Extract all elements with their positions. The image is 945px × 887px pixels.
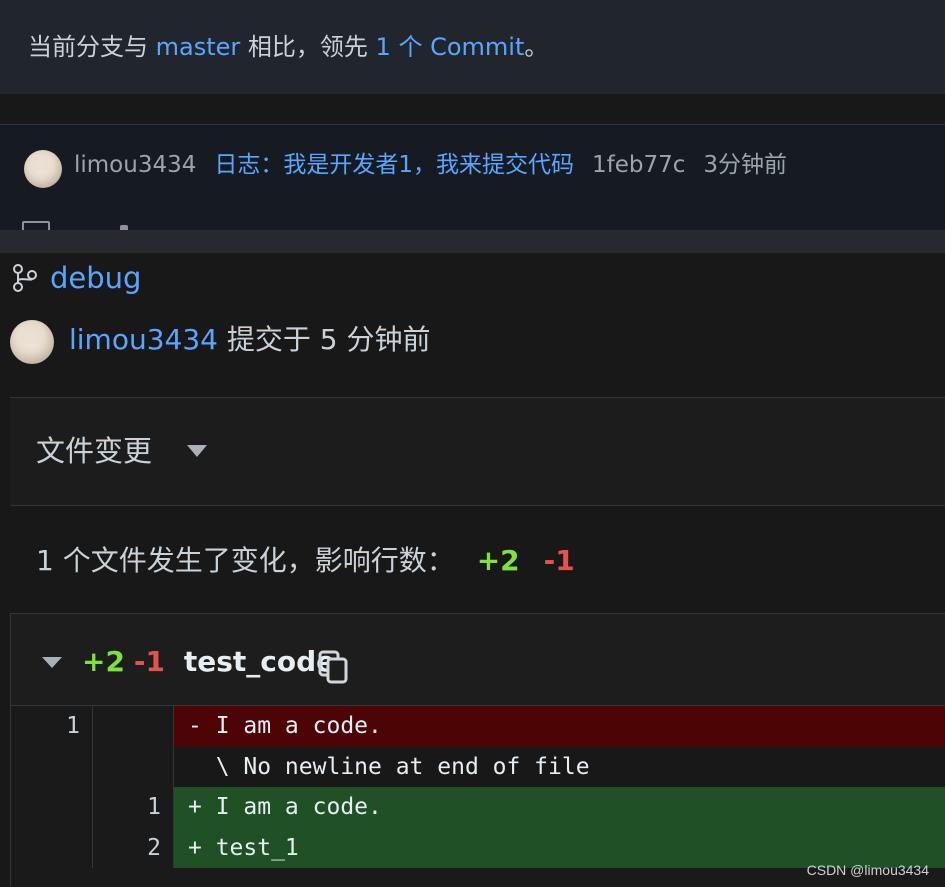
diff-table: 1 - I am a code. \ No newline at end of …	[11, 706, 945, 868]
ahead-middle: 相比，领先	[240, 33, 376, 61]
diff-code: + I am a code.	[174, 787, 945, 828]
ahead-end: 。	[524, 33, 549, 61]
branch-label[interactable]: debug	[12, 258, 141, 298]
diff-line-added: 2 + test_1	[11, 827, 945, 868]
new-line-number	[94, 706, 174, 747]
commit-time-text: 提交于 5 分钟前	[217, 323, 431, 356]
file-name[interactable]: test_code	[184, 645, 335, 678]
diff-line-note: \ No newline at end of file	[11, 746, 945, 787]
file-added-count: +2	[82, 645, 125, 678]
branch-name[interactable]: debug	[50, 261, 141, 295]
folder-row-partial[interactable]	[0, 199, 945, 230]
old-line-number	[11, 787, 93, 828]
caret-down-icon[interactable]	[187, 445, 207, 457]
master-branch-link[interactable]: master	[156, 33, 241, 61]
file-changes-label: 文件变更	[36, 434, 153, 468]
ahead-text: 当前分支与 master 相比，领先 1 个 Commit。	[28, 30, 548, 64]
old-line-number	[11, 746, 93, 787]
commit-row[interactable]: limou3434 日志：我是开发者1，我来提交代码 1feb77c 3分钟前	[0, 124, 945, 200]
diff-code: \ No newline at end of file	[174, 746, 945, 787]
summary-text: 1 个文件发生了变化，影响行数：	[36, 544, 455, 577]
diff-line-added: 1 + I am a code.	[11, 787, 945, 828]
new-line-number	[94, 746, 174, 787]
file-removed-count: -1	[133, 645, 165, 678]
git-branch-icon	[13, 264, 37, 292]
avatar[interactable]	[10, 320, 54, 364]
commit-count-link[interactable]: 1 个 Commit	[376, 33, 525, 61]
removed-count: -1	[543, 544, 575, 577]
panel-divider	[0, 230, 945, 253]
commit-hash[interactable]: 1feb77c	[592, 152, 685, 178]
added-count: +2	[476, 544, 520, 577]
collapse-caret-icon[interactable]	[42, 657, 62, 668]
diff-code: - I am a code.	[174, 706, 945, 747]
new-line-number: 1	[94, 787, 174, 828]
file-changes-toggle[interactable]: 文件变更	[10, 397, 945, 506]
watermark: CSDN @limou3434	[806, 862, 929, 878]
commit-message-link[interactable]: 日志：我是开发者1，我来提交代码	[214, 152, 574, 178]
author-link[interactable]: limou3434	[69, 323, 218, 356]
folder-icon	[22, 221, 50, 230]
ahead-prefix: 当前分支与	[28, 33, 156, 61]
diff-summary: 1 个文件发生了变化，影响行数： +2 -1	[36, 540, 575, 582]
file-diff-header[interactable]: +2 -1 test_code	[11, 614, 945, 706]
new-line-number: 2	[94, 827, 174, 868]
commit-author[interactable]: limou3434	[74, 152, 196, 178]
file-diff: +2 -1 test_code 1 - I am a code. \ No ne…	[10, 613, 945, 887]
diff-line-removed: 1 - I am a code.	[11, 706, 945, 747]
old-line-number: 1	[11, 706, 93, 747]
copy-icon[interactable]	[318, 650, 348, 684]
avatar[interactable]	[24, 150, 62, 188]
commit-time: 3分钟前	[703, 152, 788, 178]
ahead-banner: 当前分支与 master 相比，领先 1 个 Commit。	[0, 0, 945, 94]
old-line-number	[11, 827, 93, 868]
